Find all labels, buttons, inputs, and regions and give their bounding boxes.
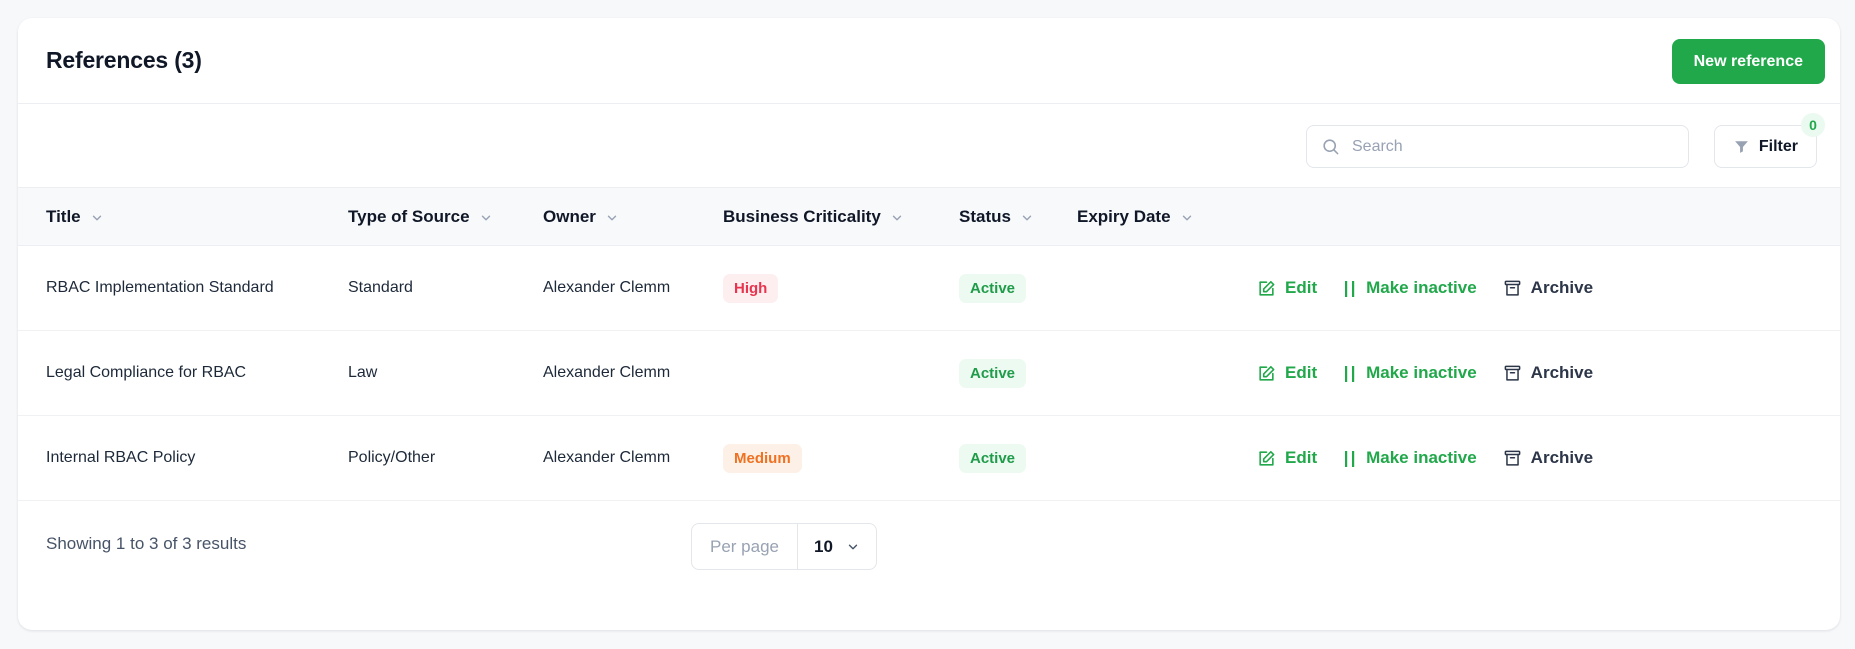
table-row[interactable]: Internal RBAC Policy Policy/Other Alexan… <box>18 416 1840 501</box>
chevron-down-icon <box>479 210 493 224</box>
chevron-down-icon <box>1180 210 1194 224</box>
column-label: Owner <box>543 206 596 226</box>
cell-business-criticality: High <box>723 273 959 303</box>
cell-business-criticality: Medium <box>723 443 959 473</box>
row-actions: Edit Make inactive Archive <box>1257 448 1840 468</box>
column-header-business-criticality[interactable]: Business Criticality <box>723 207 959 227</box>
table-header-row: Title Type of Source Owner Business Crit… <box>18 188 1840 246</box>
per-page-control[interactable]: Per page 10 <box>691 523 877 570</box>
chevron-down-icon <box>890 210 904 224</box>
table-row[interactable]: Legal Compliance for RBAC Law Alexander … <box>18 331 1840 416</box>
table-footer: Showing 1 to 3 of 3 results Per page 10 <box>18 501 1840 591</box>
references-card: References (3) New reference Filt <box>18 18 1840 630</box>
chevron-down-icon <box>1020 210 1034 224</box>
make-inactive-label: Make inactive <box>1366 363 1477 382</box>
archive-label: Archive <box>1530 278 1594 297</box>
chevron-down-icon <box>605 210 619 224</box>
column-label: Status <box>959 206 1011 226</box>
status-badge: Active <box>959 358 1027 388</box>
archive-box-icon <box>1503 364 1522 383</box>
make-inactive-label: Make inactive <box>1366 278 1477 297</box>
results-summary: Showing 1 to 3 of 3 results <box>46 534 247 553</box>
chevron-down-icon <box>846 539 860 555</box>
edit-action[interactable]: Edit <box>1257 448 1317 468</box>
references-table: Title Type of Source Owner Business Crit… <box>18 188 1840 501</box>
status-badge: Active <box>959 443 1027 473</box>
column-label: Type of Source <box>348 206 470 226</box>
cell-owner: Alexander Clemm <box>543 364 671 381</box>
criticality-badge: High <box>723 273 779 303</box>
per-page-select[interactable]: 10 <box>797 524 876 569</box>
archive-box-icon <box>1503 279 1522 298</box>
make-inactive-action[interactable]: Make inactive <box>1343 448 1477 468</box>
row-actions: Edit Make inactive Archive <box>1257 363 1840 383</box>
cell-status: Active <box>959 443 1077 473</box>
page-root: References (3) New reference Filt <box>0 0 1855 649</box>
filter-button[interactable]: Filter <box>1713 125 1817 168</box>
archive-label: Archive <box>1530 363 1594 382</box>
table-toolbar: Filter 0 <box>18 104 1840 188</box>
archive-action[interactable]: Archive <box>1503 363 1593 383</box>
chevron-down-icon <box>90 210 104 224</box>
cell-title: Legal Compliance for RBAC <box>46 364 247 381</box>
search-input[interactable] <box>1350 136 1674 157</box>
table-row[interactable]: RBAC Implementation Standard Standard Al… <box>18 246 1840 331</box>
archive-box-icon <box>1503 449 1522 468</box>
cell-title: RBAC Implementation Standard <box>46 279 274 296</box>
cell-status: Active <box>959 358 1077 388</box>
make-inactive-label: Make inactive <box>1366 448 1477 467</box>
cell-title: Internal RBAC Policy <box>46 449 196 466</box>
row-actions: Edit Make inactive Archive <box>1257 278 1840 298</box>
cell-type-of-source: Law <box>348 364 378 381</box>
cell-owner: Alexander Clemm <box>543 279 671 296</box>
cell-type-of-source: Standard <box>348 279 413 296</box>
pencil-square-icon <box>1257 364 1276 383</box>
funnel-icon <box>1733 138 1750 155</box>
pause-icon <box>1343 280 1357 297</box>
column-header-owner[interactable]: Owner <box>543 207 723 227</box>
column-label: Title <box>46 206 81 226</box>
filter-count-badge: 0 <box>1801 113 1825 137</box>
criticality-badge: Medium <box>723 443 802 473</box>
per-page-label: Per page <box>710 536 779 556</box>
pencil-square-icon <box>1257 279 1276 298</box>
pause-icon <box>1343 365 1357 382</box>
edit-action[interactable]: Edit <box>1257 363 1317 383</box>
cell-owner: Alexander Clemm <box>543 449 671 466</box>
page-title: References (3) <box>46 47 202 73</box>
edit-label: Edit <box>1285 278 1318 297</box>
make-inactive-action[interactable]: Make inactive <box>1343 363 1477 383</box>
pencil-square-icon <box>1257 449 1276 468</box>
column-label: Expiry Date <box>1077 206 1171 226</box>
archive-action[interactable]: Archive <box>1503 448 1593 468</box>
column-header-type-of-source[interactable]: Type of Source <box>348 207 543 227</box>
pause-icon <box>1343 450 1357 467</box>
filter-label: Filter <box>1758 137 1798 155</box>
column-header-status[interactable]: Status <box>959 207 1077 227</box>
edit-label: Edit <box>1285 363 1318 382</box>
new-reference-button[interactable]: New reference <box>1671 39 1825 84</box>
card-header: References (3) New reference <box>18 18 1840 104</box>
archive-label: Archive <box>1530 448 1594 467</box>
cell-status: Active <box>959 273 1077 303</box>
make-inactive-action[interactable]: Make inactive <box>1343 278 1477 298</box>
column-header-title[interactable]: Title <box>18 207 348 227</box>
column-header-expiry-date[interactable]: Expiry Date <box>1077 207 1257 227</box>
archive-action[interactable]: Archive <box>1503 278 1593 298</box>
per-page-value: 10 <box>814 536 833 556</box>
search-icon <box>1321 137 1340 156</box>
status-badge: Active <box>959 273 1027 303</box>
search-box[interactable] <box>1306 125 1689 168</box>
cell-type-of-source: Policy/Other <box>348 449 436 466</box>
edit-action[interactable]: Edit <box>1257 278 1317 298</box>
edit-label: Edit <box>1285 448 1318 467</box>
column-label: Business Criticality <box>723 206 881 226</box>
